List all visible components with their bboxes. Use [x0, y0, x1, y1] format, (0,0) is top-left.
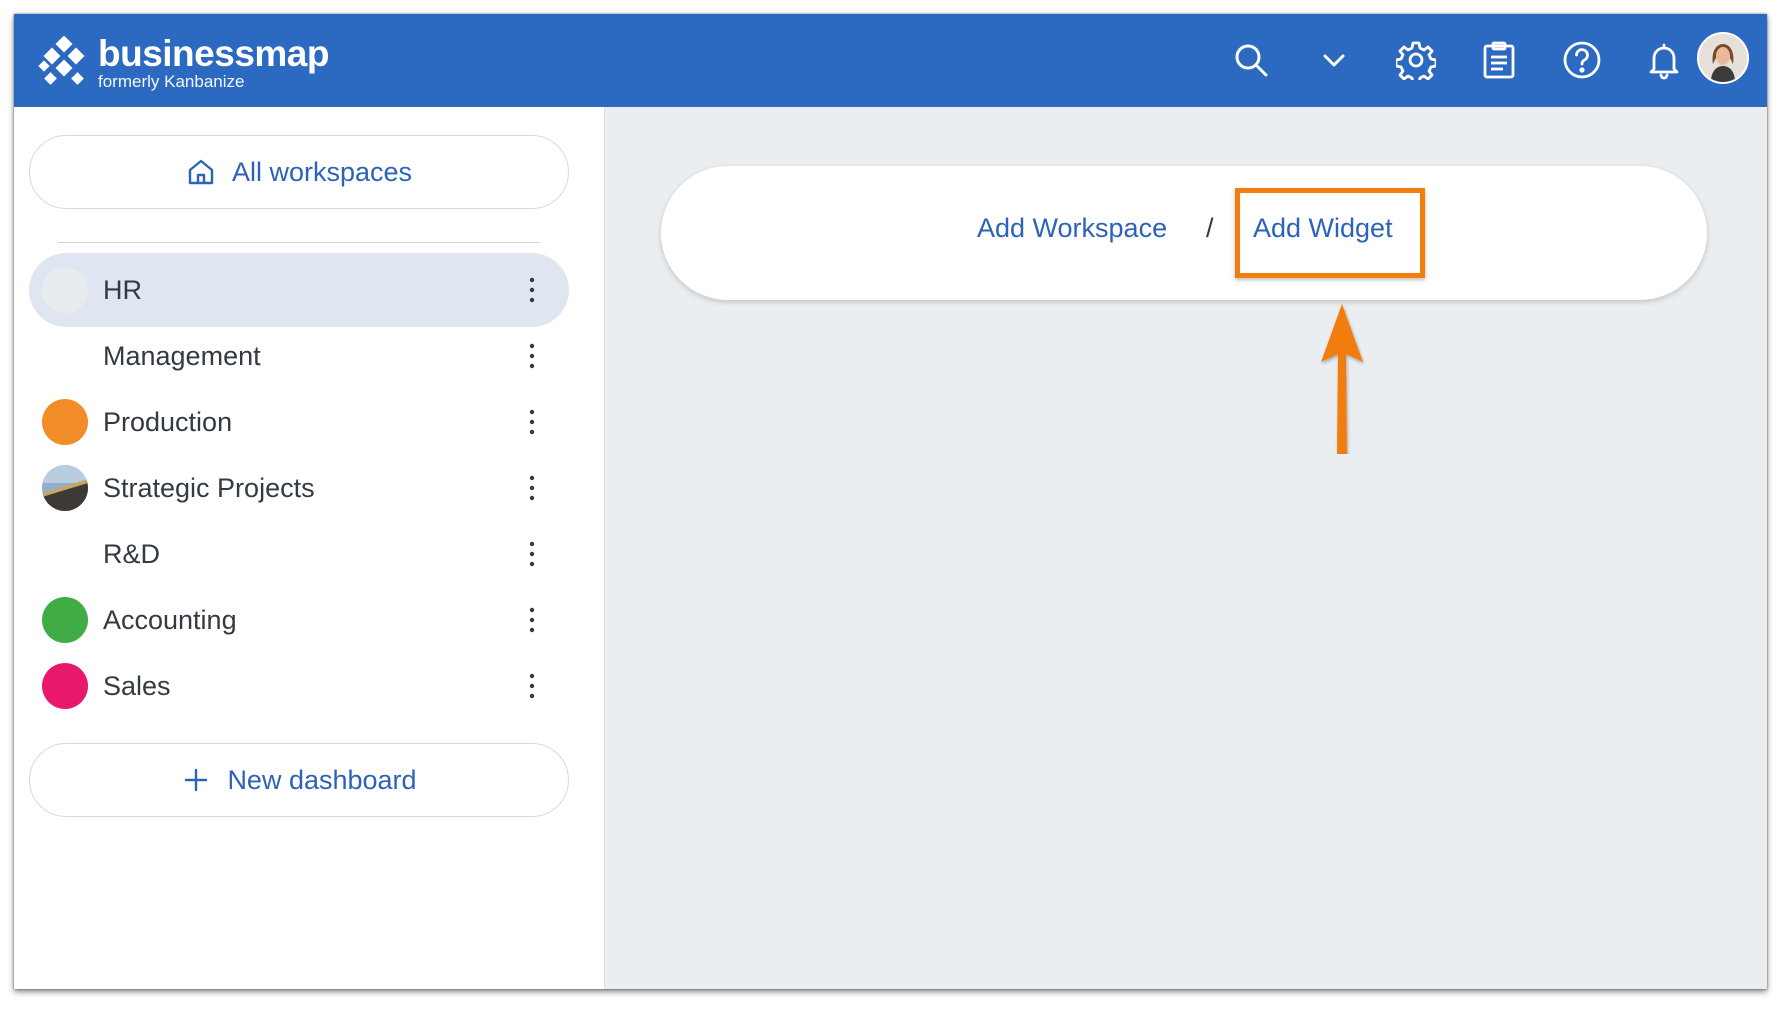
- help-icon: [1563, 41, 1601, 79]
- workspace-menu-button[interactable]: [517, 400, 547, 444]
- bell-icon: [1649, 43, 1679, 80]
- workspace-menu-button[interactable]: [517, 268, 547, 312]
- chevron-down-icon: [1323, 54, 1345, 67]
- dropdown-button[interactable]: [1309, 35, 1359, 85]
- plus-icon: [185, 768, 208, 792]
- workspace-color-dot: [42, 399, 88, 445]
- workspace-color-dot: [42, 267, 88, 313]
- workspace-color-dot: [42, 663, 88, 709]
- user-avatar[interactable]: [1697, 32, 1749, 84]
- search-button[interactable]: [1226, 35, 1276, 85]
- more-vertical-icon: [529, 277, 535, 303]
- more-vertical-icon: [529, 475, 535, 501]
- workspace-image-dot: [42, 465, 88, 511]
- more-vertical-icon: [529, 343, 535, 369]
- brand-name: businessmap: [98, 33, 329, 74]
- home-icon: [188, 159, 214, 185]
- logo[interactable]: businessmap formerly Kanbanize: [38, 33, 329, 92]
- gear-icon: [1396, 41, 1436, 80]
- workspace-label: Strategic Projects: [103, 472, 315, 503]
- sidebar-item-strategic-projects[interactable]: Strategic Projects: [29, 451, 569, 525]
- more-vertical-icon: [529, 673, 535, 699]
- sidebar-item-accounting[interactable]: Accounting: [29, 583, 569, 657]
- breadcrumb-add-workspace[interactable]: Add Workspace: [977, 213, 1167, 244]
- all-workspaces-button[interactable]: All workspaces: [29, 135, 569, 209]
- help-button[interactable]: [1557, 35, 1607, 85]
- clipboard-icon: [1483, 41, 1515, 79]
- workspace-label: HR: [103, 274, 142, 305]
- more-vertical-icon: [529, 607, 535, 633]
- user-avatar-icon: [1699, 34, 1747, 82]
- notifications-button[interactable]: [1639, 35, 1689, 85]
- sidebar: All workspaces HR Management Production: [14, 107, 605, 989]
- app-window: businessmap formerly Kanbanize All works…: [14, 14, 1767, 989]
- more-vertical-icon: [529, 409, 535, 435]
- sidebar-divider: [58, 242, 540, 243]
- workspace-label: Management: [103, 340, 261, 371]
- workspace-menu-button[interactable]: [517, 334, 547, 378]
- logo-mark-icon: [38, 36, 85, 85]
- settings-button[interactable]: [1391, 35, 1441, 85]
- sidebar-item-management[interactable]: Management: [29, 319, 569, 393]
- highlight-box: [1235, 188, 1425, 278]
- breadcrumb-separator: /: [1206, 213, 1214, 243]
- top-header: businessmap formerly Kanbanize: [14, 14, 1767, 107]
- workspace-label: Production: [103, 406, 233, 437]
- workspace-label: Accounting: [103, 604, 237, 635]
- workspace-menu-button[interactable]: [517, 664, 547, 708]
- sidebar-item-sales[interactable]: Sales: [29, 649, 569, 723]
- workspace-color-dot: [42, 597, 88, 643]
- arrow-up-icon: [1321, 304, 1363, 454]
- workspace-label: R&D: [103, 538, 161, 569]
- workspace-image-icon: [42, 465, 88, 511]
- brand-subtitle: formerly Kanbanize: [98, 72, 245, 91]
- breadcrumb: Add Workspace / Add Widget: [661, 166, 1707, 300]
- workspace-menu-button[interactable]: [517, 466, 547, 510]
- search-icon: [1235, 44, 1268, 77]
- sidebar-item-hr[interactable]: HR: [29, 253, 569, 327]
- sidebar-item-production[interactable]: Production: [29, 385, 569, 459]
- workspace-menu-button[interactable]: [517, 598, 547, 642]
- tasks-button[interactable]: [1474, 35, 1524, 85]
- sidebar-item-rnd[interactable]: R&D: [29, 517, 569, 591]
- all-workspaces-label: All workspaces: [231, 156, 413, 187]
- more-vertical-icon: [529, 541, 535, 567]
- workspace-menu-button[interactable]: [517, 532, 547, 576]
- new-dashboard-button[interactable]: New dashboard: [29, 743, 569, 817]
- new-dashboard-label: New dashboard: [227, 764, 417, 795]
- workspace-label: Sales: [103, 670, 171, 701]
